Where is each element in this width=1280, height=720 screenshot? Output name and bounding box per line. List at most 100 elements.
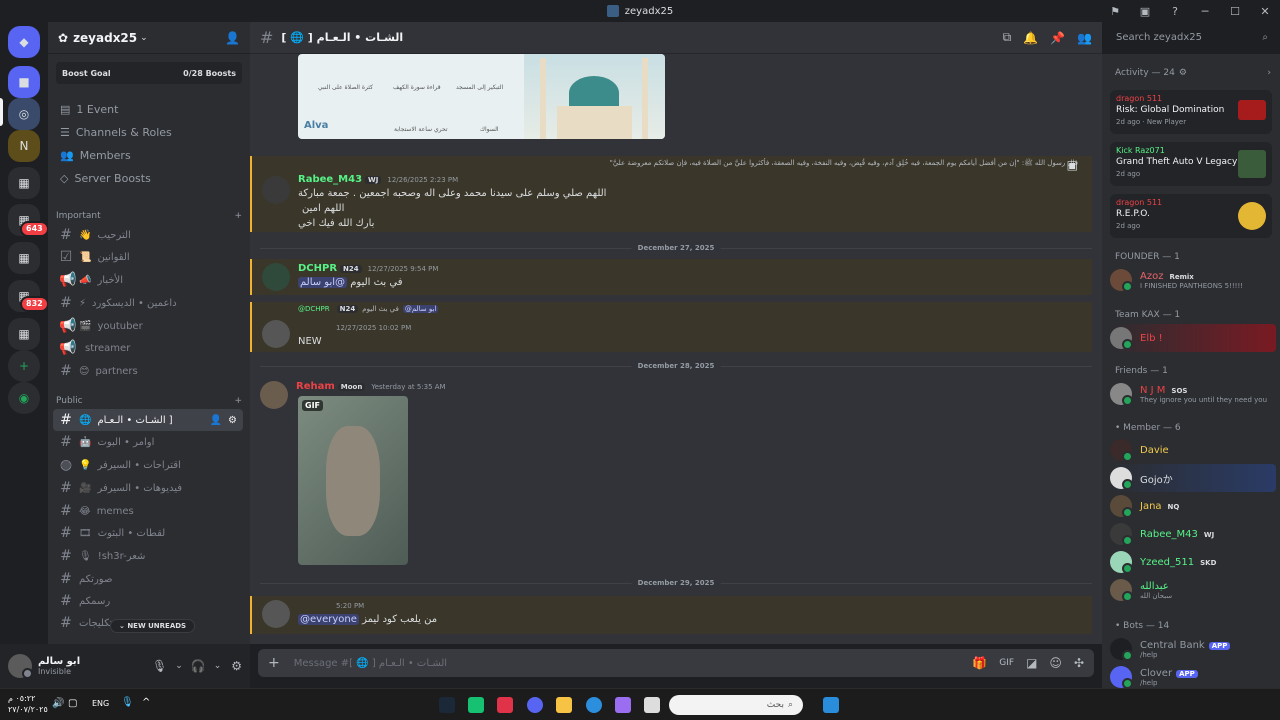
member-item[interactable]: Yzeed_511 SKD bbox=[1110, 548, 1276, 576]
channel-clips[interactable]: # 🎞 لقطات • البثوث bbox=[53, 522, 243, 544]
server-boosts-row[interactable]: ◇ Server Boosts bbox=[56, 167, 242, 189]
gear-icon[interactable]: ⚙ bbox=[231, 659, 242, 673]
emoji-icon[interactable]: ☺ bbox=[1049, 656, 1062, 670]
chevron-right-icon[interactable]: › bbox=[1267, 68, 1271, 78]
category-important[interactable]: Important + bbox=[56, 208, 242, 224]
reply-preview[interactable]: قال رسول الله ﷺ: "إن من أفضل أيامكم يوم … bbox=[298, 158, 1078, 169]
invite-people-icon[interactable]: 👤 bbox=[225, 31, 240, 45]
member-item[interactable]: Rabee_M43 WJ bbox=[1110, 520, 1276, 548]
member-item[interactable]: Davie bbox=[1110, 436, 1276, 464]
events-row[interactable]: ▤ 1 Event bbox=[56, 98, 242, 120]
headphones-icon[interactable]: 🎧 bbox=[191, 659, 206, 673]
server-folder-1[interactable]: ▦ bbox=[8, 167, 40, 199]
message-author[interactable]: Rabee_M43 bbox=[298, 174, 362, 185]
member-item[interactable]: Clover APP /help bbox=[1110, 663, 1276, 688]
members-row[interactable]: 👥 Members bbox=[56, 144, 242, 166]
discord-icon[interactable] bbox=[527, 697, 543, 713]
channel-poetry[interactable]: # 🎙 !sh3r-شعر bbox=[53, 545, 243, 567]
avatar[interactable] bbox=[8, 654, 33, 679]
pin-icon[interactable]: 📌 bbox=[1050, 31, 1065, 45]
message-item[interactable]: قال رسول الله ﷺ: "إن من أفضل أيامكم يوم … bbox=[250, 156, 1092, 232]
channel-streamer[interactable]: 📢 streamer bbox=[53, 337, 243, 359]
message-item[interactable]: @DCHPR N24 في بث اليوم @ابو سالم 12/27/2… bbox=[250, 302, 1092, 352]
channel-memes[interactable]: # 😂 memes bbox=[53, 500, 243, 522]
gear-icon[interactable]: ⚙ bbox=[1179, 68, 1187, 78]
avatar[interactable] bbox=[262, 600, 290, 628]
language-indicator[interactable]: ENG bbox=[92, 699, 109, 708]
user-mention[interactable]: @ابو سالم bbox=[298, 277, 348, 288]
gif-icon[interactable]: GIF bbox=[999, 658, 1014, 668]
server-header[interactable]: ✿ zeyadx25 ⌄ 👤 bbox=[48, 22, 250, 54]
notepad-icon[interactable] bbox=[644, 697, 660, 713]
activity-card[interactable]: dragon 511 Risk: Global Domination 2d ag… bbox=[1110, 90, 1272, 134]
channel-rules[interactable]: ☑ 📜 القوانين bbox=[53, 246, 243, 268]
inbox-icon[interactable]: ⚑ bbox=[1100, 5, 1130, 18]
channel-photos[interactable]: # صورتكم bbox=[53, 568, 243, 590]
avatar[interactable] bbox=[262, 263, 290, 291]
image-attachment[interactable]: Alva كثرة الصلاة على النبي قراءة سورة ال… bbox=[298, 54, 665, 139]
activity-card[interactable]: dragon 511 R.E.P.O. 2d ago bbox=[1110, 194, 1272, 238]
avatar[interactable] bbox=[260, 381, 288, 409]
reply-preview[interactable]: @DCHPR N24 في بث اليوم @ابو سالم bbox=[298, 305, 439, 313]
server-folder-3[interactable]: ▦ bbox=[8, 242, 40, 274]
message-composer[interactable]: + Message #[ 🌐 ] الشـات • الـعـام 🎁 GIF … bbox=[258, 649, 1094, 677]
server-icon-1[interactable]: ■ bbox=[8, 66, 40, 98]
add-attachment-icon[interactable]: + bbox=[268, 655, 280, 671]
discover-icon[interactable]: ◉ bbox=[8, 382, 40, 414]
activity-card[interactable]: Kick Raz071 Grand Theft Auto V Legacy 2d… bbox=[1110, 142, 1272, 186]
network-icon[interactable]: ▢ bbox=[68, 698, 77, 709]
member-item[interactable]: عبدالله سبحان الله bbox=[1110, 576, 1276, 604]
server-folder-5[interactable]: ▦ bbox=[8, 318, 40, 350]
clock[interactable]: ٠٥:٢٢ م ٢٧/٠٧/٢٠٢٥ bbox=[8, 693, 48, 715]
channels-roles-row[interactable]: ☰ Channels & Roles bbox=[56, 121, 242, 143]
invite-icon[interactable]: 👤 bbox=[210, 415, 222, 426]
screen-icon[interactable]: ▣ bbox=[1130, 5, 1160, 18]
microphone-icon[interactable]: 🎙 bbox=[121, 697, 134, 708]
minimize-button[interactable]: ─ bbox=[1190, 5, 1220, 18]
microphone-icon[interactable]: 🎙 bbox=[152, 659, 167, 673]
message-author[interactable]: Reham bbox=[296, 381, 335, 392]
message-author[interactable]: DCHPR bbox=[298, 263, 337, 274]
chevron-down-icon[interactable]: ⌄ bbox=[175, 661, 183, 671]
new-unreads-pill[interactable]: ⌄ NEW UNREADS bbox=[110, 619, 196, 633]
chevron-up-icon[interactable]: ^ bbox=[142, 697, 150, 708]
channel-suggestions[interactable]: ◍ 💡 اقتراحات • السيرفر bbox=[53, 454, 243, 476]
member-item[interactable]: Central Bank APP /help bbox=[1110, 635, 1276, 663]
sticker-icon[interactable]: ◪ bbox=[1026, 656, 1037, 670]
add-channel-icon[interactable]: + bbox=[234, 396, 242, 406]
copilot-icon[interactable] bbox=[615, 697, 631, 713]
everyone-mention[interactable]: @everyone bbox=[298, 614, 359, 625]
channel-partners[interactable]: # 😊 partners bbox=[53, 360, 243, 382]
gif-attachment[interactable]: GIF bbox=[298, 396, 408, 565]
start-icon[interactable] bbox=[823, 697, 839, 713]
channel-welcome[interactable]: # 👋 الترحيب bbox=[53, 224, 243, 246]
app-icon[interactable] bbox=[468, 697, 484, 713]
steam-icon[interactable] bbox=[439, 697, 455, 713]
channel-general-chat[interactable]: # 🌐 الشـات • الـعـام ] 👤 ⚙ bbox=[53, 409, 243, 431]
channel-bot-commands[interactable]: # 🤖 اوامر • البوت bbox=[53, 431, 243, 453]
user-info[interactable]: ابو سالم Invisible bbox=[38, 656, 80, 676]
gear-icon[interactable]: ⚙ bbox=[228, 415, 237, 426]
server-icon-3[interactable]: N bbox=[8, 130, 40, 162]
add-channel-icon[interactable]: + bbox=[234, 211, 242, 221]
channel-news[interactable]: 📢 📣 الأخبار bbox=[53, 269, 243, 291]
channel-videos[interactable]: # 🎥 فيديوهات • السيرفر bbox=[53, 477, 243, 499]
member-item[interactable]: Elb ! bbox=[1110, 324, 1276, 352]
volume-icon[interactable]: 🔊 bbox=[52, 698, 64, 709]
message-item[interactable]: 5:20 PM @everyone من يلعب كود ليمز bbox=[250, 596, 1092, 634]
maximize-button[interactable]: ☐ bbox=[1220, 5, 1250, 18]
edge-icon[interactable] bbox=[586, 697, 602, 713]
avatar[interactable] bbox=[262, 320, 290, 348]
channel-supporters[interactable]: # ⚡ داعمين • الديسكورد bbox=[53, 292, 243, 314]
member-item[interactable]: Gojoか bbox=[1110, 464, 1276, 492]
member-item[interactable]: N J M SOS They ignore you until they need… bbox=[1110, 380, 1276, 408]
member-item[interactable]: Azoz Remix I FINISHED PANTHEONS 5!!!!! bbox=[1110, 266, 1276, 294]
bell-icon[interactable]: 🔔 bbox=[1023, 31, 1038, 45]
boost-goal-bar[interactable]: Boost Goal 0/28 Boosts bbox=[56, 62, 242, 84]
taskbar-search[interactable]: بحث ⌕ bbox=[669, 695, 803, 715]
avatar[interactable] bbox=[262, 176, 290, 204]
member-item[interactable]: Jana NQ bbox=[1110, 492, 1276, 520]
message-item[interactable]: DCHPR N24 12/27/2025 9:54 PM في بث اليوم… bbox=[250, 259, 1092, 295]
game-launcher-icon[interactable] bbox=[497, 697, 513, 713]
file-explorer-icon[interactable] bbox=[556, 697, 572, 713]
